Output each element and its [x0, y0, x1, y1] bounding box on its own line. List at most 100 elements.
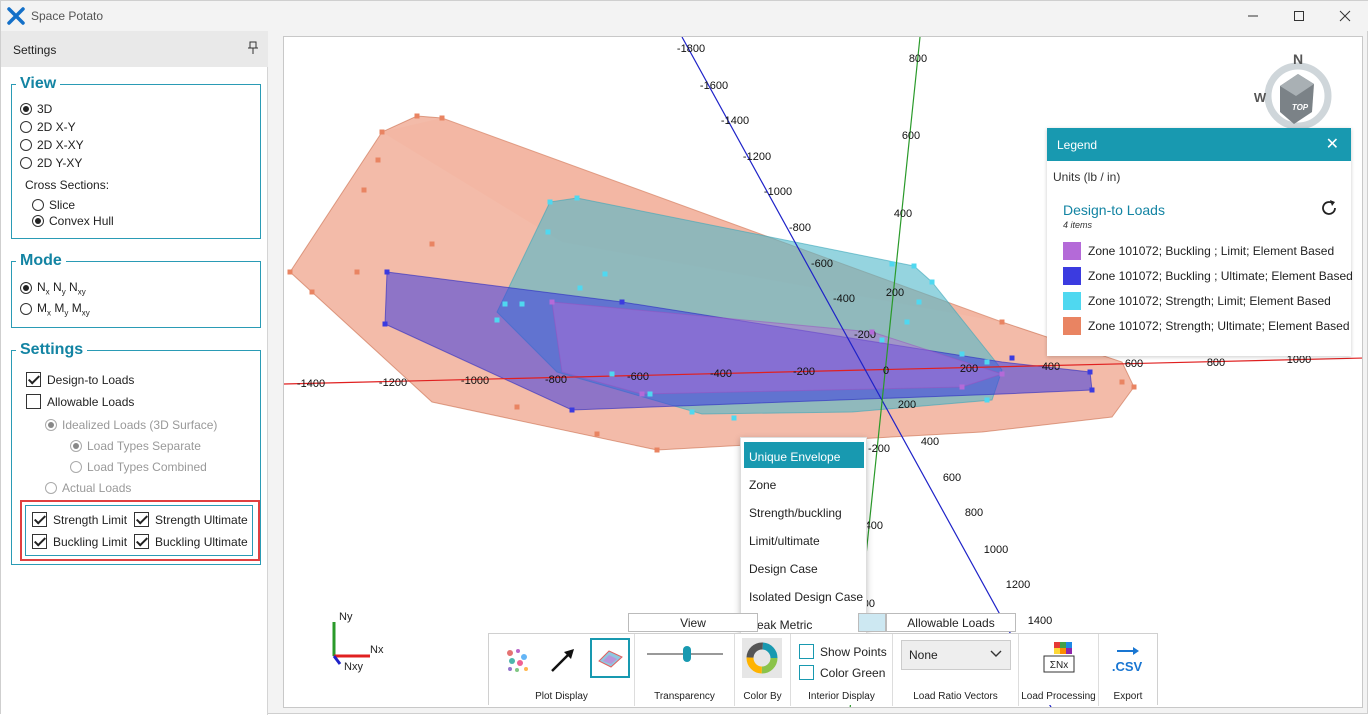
legend-close-icon[interactable]: ✕ — [1326, 134, 1339, 154]
mode-m-radio[interactable]: Mx My Mxy — [20, 301, 90, 317]
load-point — [916, 299, 922, 305]
strength-limit-checkbox[interactable]: Strength Limit — [32, 512, 127, 527]
interior-display-group: Show Points Color Green Interior Display — [791, 634, 893, 706]
close-window-button[interactable] — [1322, 1, 1368, 31]
maximize-button[interactable] — [1276, 1, 1322, 31]
load-point — [647, 391, 653, 397]
export-group: .CSV Export — [1099, 634, 1157, 706]
chevron-down-icon — [990, 650, 1002, 657]
buckling-limit-checkbox[interactable]: Buckling Limit — [32, 534, 127, 549]
transparency-label: Transparency — [654, 691, 715, 702]
cross-section-convex-hull-radio[interactable]: Convex Hull — [32, 214, 114, 228]
surface-display-button[interactable] — [590, 638, 630, 678]
pin-icon[interactable] — [247, 41, 259, 55]
legend-item-count: 4 items — [1063, 220, 1093, 230]
load-point — [545, 229, 551, 235]
export-csv-button[interactable]: .CSV — [1107, 640, 1147, 680]
color-green-checkbox[interactable]: Color Green — [799, 665, 885, 680]
color-by-group: Color By — [735, 634, 791, 706]
menu-item-limit-ultimate[interactable]: Limit/ultimate — [744, 526, 864, 552]
load-point — [639, 391, 645, 397]
z-tick-label: -1400 — [721, 115, 749, 127]
view-2d-x-y-radio[interactable]: 2D X-Y — [20, 120, 76, 134]
gizmo-ny: Ny — [339, 611, 353, 623]
buckling-ultimate-checkbox[interactable]: Buckling Ultimate — [134, 534, 248, 549]
menu-item-unique-envelope[interactable]: Unique Envelope — [744, 442, 864, 468]
vector-display-button[interactable] — [543, 640, 583, 680]
load-point — [549, 299, 555, 305]
view-3d-radio[interactable]: 3D — [20, 102, 52, 116]
tab-view[interactable]: View — [628, 613, 758, 632]
load-point — [1009, 355, 1015, 361]
show-points-checkbox[interactable]: Show Points — [799, 644, 887, 659]
actual-loads-radio: Actual Loads — [45, 481, 131, 495]
z-tick-label: -1200 — [743, 151, 771, 163]
axis-gizmo: Ny Nx Nxy — [332, 611, 384, 673]
load-point — [984, 397, 990, 403]
load-point — [731, 415, 737, 421]
load-point — [911, 263, 917, 269]
y-tick-label: 600 — [902, 130, 920, 142]
menu-item-isolated-design-case[interactable]: Isolated Design Case — [744, 582, 864, 608]
y-tick-label: 400 — [894, 208, 912, 220]
x-tick-label: -600 — [627, 371, 649, 383]
menu-item-design-case[interactable]: Design Case — [744, 554, 864, 580]
load-point — [879, 337, 885, 343]
view-tabs: View Allowable Loads — [628, 613, 1018, 632]
load-point — [354, 269, 360, 275]
title-bar: Space Potato — [1, 1, 1368, 31]
z-tick-label: 800 — [965, 507, 983, 519]
strength-ultimate-checkbox[interactable]: Strength Ultimate — [134, 512, 248, 527]
load-point — [384, 269, 390, 275]
z-tick-label: 600 — [943, 472, 961, 484]
x-tick-label: 800 — [1207, 357, 1225, 369]
color-by-button[interactable] — [742, 638, 782, 678]
menu-item-strength-buckling[interactable]: Strength/buckling — [744, 498, 864, 524]
load-point — [609, 371, 615, 377]
plot-display-group: Plot Display — [489, 634, 635, 706]
load-point — [309, 289, 315, 295]
refresh-icon[interactable] — [1319, 198, 1339, 218]
menu-item-zone[interactable]: Zone — [744, 470, 864, 496]
load-point — [654, 447, 660, 453]
view-group-title: View — [20, 75, 57, 92]
minimize-button[interactable] — [1230, 1, 1276, 31]
sum-matrix-icon: ΣNx — [1043, 642, 1075, 673]
compass-north: N — [1293, 51, 1303, 67]
cross-section-slice-radio[interactable]: Slice — [32, 198, 75, 212]
y-tick-label: -200 — [868, 443, 890, 455]
view-2d-y-xy-radio[interactable]: 2D Y-XY — [20, 156, 82, 170]
legend-panel: Legend ✕ Units (lb / in) Design-to Loads… — [1047, 128, 1353, 356]
tab-selected[interactable] — [858, 613, 886, 632]
transparency-slider[interactable] — [645, 644, 725, 664]
allowable-loads-checkbox[interactable]: Allowable Loads — [26, 394, 134, 409]
load-types-separate-radio: Load Types Separate — [70, 439, 201, 453]
load-point — [379, 129, 385, 135]
load-point — [904, 319, 910, 325]
design-to-loads-checkbox[interactable]: Design-to Loads — [26, 372, 134, 387]
z-tick-label: -1000 — [764, 186, 792, 198]
legend-units: Units (lb / in) — [1053, 170, 1121, 184]
load-point — [689, 409, 695, 415]
x-tick-label: -800 — [545, 374, 567, 386]
scatter-display-button[interactable] — [497, 640, 537, 680]
view-cube-compass[interactable]: N W TOP — [1252, 46, 1342, 132]
load-processing-button[interactable]: ΣNx — [1039, 638, 1079, 678]
load-ratio-select[interactable]: None — [901, 640, 1011, 670]
load-point — [502, 301, 508, 307]
load-point — [984, 359, 990, 365]
gizmo-nx: Nx — [370, 644, 384, 656]
tab-allowable-loads[interactable]: Allowable Loads — [886, 613, 1016, 632]
load-types-combined-radio: Load Types Combined — [70, 460, 207, 474]
z-tick-label: 400 — [921, 436, 939, 448]
z-tick-label: -1800 — [677, 43, 705, 55]
z-tick-label: -600 — [811, 258, 833, 270]
bottom-toolbar: Plot Display Transparency Color By Show … — [488, 633, 1158, 706]
z-tick-label: -400 — [833, 293, 855, 305]
mode-n-radio[interactable]: Nx Ny Nxy — [20, 280, 86, 296]
view-2d-x-xy-radio[interactable]: 2D X-XY — [20, 138, 84, 152]
load-point — [577, 285, 583, 291]
load-point — [494, 317, 500, 323]
z-tick-label: -1600 — [700, 80, 728, 92]
legend-group-title: Design-to Loads — [1063, 202, 1165, 218]
